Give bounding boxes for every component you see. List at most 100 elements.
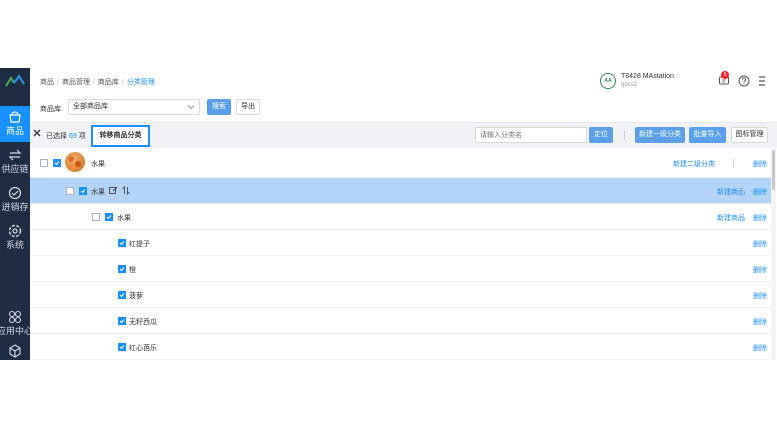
store-subtitle: qocs2 — [621, 82, 638, 88]
sidebar-item-label: 系统 — [5, 240, 24, 250]
tree-row-product[interactable]: 红提子 删除 — [30, 230, 771, 256]
new-category-button[interactable]: 新建一级分类 — [635, 127, 685, 143]
tree-row-product[interactable]: 红心芭乐 删除 — [30, 334, 771, 360]
selected-suffix: 项 — [78, 133, 86, 140]
selected-count: 69 — [69, 133, 77, 140]
delete-link[interactable]: 删除 — [753, 239, 767, 249]
close-icon[interactable] — [32, 128, 42, 138]
selected-prefix: 已选择 — [46, 133, 67, 140]
breadcrumb-item[interactable]: 商品管理 — [62, 79, 90, 86]
tree-row-level3[interactable]: 水果 新建商品 删除 — [30, 204, 771, 230]
delete-link[interactable]: 删除 — [753, 159, 767, 169]
locate-button[interactable]: 定位 — [589, 127, 613, 143]
product-name: 菠萝 — [129, 293, 143, 300]
basket-icon — [9, 111, 21, 123]
top-header: 商品 / 商品管理 / 商品库 / 分类管理 AA T8428 MAstation qocs… — [30, 68, 777, 95]
check-icon — [54, 161, 60, 166]
sidebar: 商品 供应链 进销存 系统 应用中心 — [0, 68, 33, 360]
sort-icon[interactable] — [122, 186, 130, 195]
edit-icon[interactable] — [109, 186, 118, 195]
check-icon — [119, 293, 125, 298]
scrollbar-thumb[interactable] — [772, 150, 775, 190]
category-image — [65, 152, 85, 172]
product-name: 红心芭乐 — [129, 345, 157, 352]
toolbar-divider — [624, 131, 625, 140]
new-product-link[interactable]: 新建商品 — [717, 213, 745, 223]
inventory-icon — [8, 186, 22, 200]
check-icon — [80, 189, 86, 194]
category-tree: 水果 新建二级分类 删除 水果 新建商品 删除 水果 新建商品 删除 红提子 删… — [30, 148, 771, 360]
chevron-down-icon — [187, 105, 195, 110]
row-checkbox[interactable] — [92, 213, 100, 221]
category-name: 水果 — [91, 161, 105, 168]
help-icon[interactable] — [738, 75, 750, 87]
row-checkbox-checked[interactable] — [118, 343, 126, 351]
delete-link[interactable]: 删除 — [753, 213, 767, 223]
apps-icon — [8, 310, 22, 324]
batch-import-button[interactable]: 批量导入 — [689, 127, 726, 143]
sidebar-item-goods[interactable]: 商品 — [0, 106, 30, 142]
tree-row-level2[interactable]: 水果 新建商品 删除 — [30, 178, 771, 204]
selected-count-text: 已选择 69 项 — [46, 131, 86, 141]
tree-row-product[interactable]: 橙 删除 — [30, 256, 771, 282]
breadcrumb-current: 分类管理 — [126, 79, 155, 86]
row-checkbox-checked[interactable] — [105, 213, 113, 221]
new-subcategory-link[interactable]: 新建二级分类 — [673, 159, 715, 169]
check-icon — [119, 319, 125, 324]
exchange-icon — [8, 149, 22, 161]
row-checkbox-checked[interactable] — [79, 187, 87, 195]
row-checkbox-checked[interactable] — [118, 265, 126, 273]
action-divider — [743, 213, 744, 221]
export-button[interactable]: 导出 — [236, 99, 260, 115]
tree-row-level1[interactable]: 水果 新建二级分类 删除 — [30, 148, 771, 178]
library-select[interactable]: 全部商品库 — [68, 99, 200, 115]
breadcrumb-item[interactable]: 商品库 — [98, 79, 119, 86]
tree-scrollbar[interactable] — [771, 148, 776, 360]
store-logo: AA — [600, 73, 616, 89]
product-name: 橙 — [129, 267, 136, 274]
store-switcher[interactable]: AA T8428 MAstation qocs2 — [600, 72, 710, 92]
row-checkbox-checked[interactable] — [118, 239, 126, 247]
sidebar-item-label: 进销存 — [1, 202, 29, 212]
batch-toolbar: 已选择69项 转移商品分类 定位 新建一级分类 批量导入 图标管理 — [30, 122, 777, 148]
icon-manage-button[interactable]: 图标管理 — [731, 127, 768, 143]
notification-badge: 5 — [721, 71, 729, 79]
breadcrumb-item[interactable]: 商品 — [40, 79, 54, 86]
search-button[interactable]: 搜索 — [207, 99, 231, 115]
sidebar-item-inventory[interactable]: 进销存 — [0, 182, 30, 218]
delete-link[interactable]: 删除 — [753, 317, 767, 327]
delete-link[interactable]: 删除 — [753, 291, 767, 301]
sidebar-item-app-center[interactable]: 应用中心 — [0, 306, 33, 342]
row-checkbox[interactable] — [66, 187, 74, 195]
check-icon — [119, 345, 125, 350]
row-checkbox-checked[interactable] — [118, 291, 126, 299]
delete-link[interactable]: 删除 — [753, 187, 767, 197]
delete-link[interactable]: 删除 — [753, 343, 767, 353]
sidebar-item-supply-chain[interactable]: 供应链 — [0, 144, 30, 180]
tree-row-product[interactable]: 无籽西瓜 删除 — [30, 308, 771, 334]
app-window: 商品 供应链 进销存 系统 应用中心 商品 / 商品管理 / 商品库 / 分类管理 AA T… — [0, 68, 777, 360]
action-divider — [733, 159, 734, 167]
store-name: T8428 MAstation — [621, 73, 674, 80]
product-name: 无籽西瓜 — [129, 319, 157, 326]
cube-icon — [9, 344, 21, 358]
sidebar-item-label: 供应链 — [1, 164, 29, 174]
new-product-link[interactable]: 新建商品 — [717, 187, 745, 197]
tree-row-product[interactable]: 菠萝 删除 — [30, 282, 771, 308]
category-name: 水果 — [117, 215, 131, 222]
row-checkbox[interactable] — [40, 159, 48, 167]
row-checkbox-checked[interactable] — [53, 159, 61, 167]
check-icon — [119, 267, 125, 272]
breadcrumb: 商品 / 商品管理 / 商品库 / 分类管理 — [40, 79, 155, 86]
product-name: 红提子 — [129, 241, 150, 248]
more-icon[interactable] — [756, 75, 768, 87]
sidebar-item-label: 应用中心 — [0, 326, 33, 336]
library-select-value: 全部商品库 — [73, 103, 108, 110]
category-search-input[interactable] — [475, 127, 587, 143]
row-checkbox-checked[interactable] — [118, 317, 126, 325]
delete-link[interactable]: 删除 — [753, 265, 767, 275]
sidebar-item-system[interactable]: 系统 — [0, 220, 30, 256]
sidebar-item-more[interactable] — [0, 340, 30, 360]
move-category-button[interactable]: 转移商品分类 — [91, 125, 150, 147]
check-icon — [119, 241, 125, 246]
